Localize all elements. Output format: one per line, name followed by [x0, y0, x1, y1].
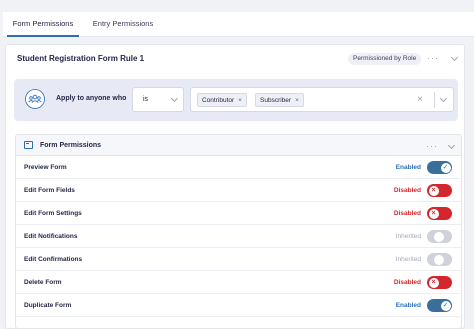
permission-status: Inherited [395, 233, 421, 240]
permission-row: Duplicate Form Enabled ✓ [16, 294, 461, 317]
permission-status: Disabled [393, 279, 421, 286]
permission-row: Preview Form Enabled ✓ [16, 156, 461, 179]
permission-label: Edit Form Settings [24, 210, 82, 217]
role-chip-contributor: Contributor × [197, 93, 247, 107]
toggle-knob [434, 231, 444, 242]
divider [434, 92, 435, 108]
permission-row: Delete Form Disabled × [16, 271, 461, 294]
form-permissions-card: Form Permissions ··· Preview Form Enabled… [15, 134, 462, 329]
permission-toggle[interactable]: × [427, 276, 452, 289]
permission-row: Edit Form Settings Disabled × [16, 202, 461, 225]
operator-value: is [143, 96, 149, 103]
chevron-down-icon [170, 94, 179, 103]
form-icon [24, 141, 33, 149]
permission-row: Edit Confirmations Inherited [16, 248, 461, 271]
permission-toggle[interactable] [427, 230, 452, 243]
tab-form-permissions[interactable]: Form Permissions [7, 12, 79, 37]
permission-label: Edit Notifications [24, 233, 78, 240]
form-permissions-title: Form Permissions [40, 142, 102, 149]
permission-row: Edit Notifications Inherited [16, 225, 461, 248]
close-icon: × [428, 185, 439, 196]
clear-all-icon[interactable]: × [417, 94, 423, 105]
permission-toggle[interactable]: ✓ [427, 161, 452, 174]
close-icon: × [428, 208, 439, 219]
permission-row: Edit Form Fields Disabled × [16, 179, 461, 202]
toggle-knob [434, 254, 444, 265]
check-icon: ✓ [440, 300, 451, 311]
role-chip-label: Subscriber [260, 97, 292, 104]
close-icon: × [428, 277, 439, 288]
permission-toggle[interactable] [427, 253, 452, 266]
users-group-icon [25, 89, 45, 109]
permission-status: Inherited [395, 256, 421, 263]
operator-select[interactable]: is [132, 87, 184, 112]
permission-label: Preview Form [24, 164, 67, 171]
permission-status: Enabled [395, 302, 421, 309]
tab-entry-permissions[interactable]: Entry Permissions [89, 12, 157, 37]
form-permissions-header: Form Permissions ··· [16, 135, 461, 156]
ellipsis-icon[interactable]: ··· [426, 141, 438, 151]
chevron-down-icon[interactable] [450, 53, 459, 62]
remove-role-icon[interactable]: × [295, 97, 299, 104]
rule-card: Student Registration Form Rule 1 Permiss… [5, 44, 465, 329]
permission-type-badge: Permissioned by Role [348, 53, 422, 65]
remove-role-icon[interactable]: × [238, 97, 242, 104]
rule-title: Student Registration Form Rule 1 [17, 54, 145, 63]
condition-box: Apply to anyone who is Contributor × Subs… [14, 79, 458, 121]
permission-label: Duplicate Form [24, 302, 72, 309]
role-chip-subscriber: Subscriber × [255, 93, 304, 107]
role-chip-label: Contributor [202, 97, 235, 104]
permission-status: Disabled [393, 210, 421, 217]
permission-toggle[interactable]: ✓ [427, 299, 452, 312]
permission-toggle[interactable]: × [427, 207, 452, 220]
check-icon: ✓ [440, 162, 451, 173]
permission-toggle[interactable]: × [427, 184, 452, 197]
permission-status: Disabled [393, 187, 421, 194]
roles-multiselect[interactable]: Contributor × Subscriber × × [190, 87, 454, 112]
permission-status: Enabled [395, 164, 421, 171]
chevron-down-icon[interactable] [447, 141, 456, 150]
chevron-down-icon[interactable] [439, 94, 448, 103]
condition-label: Apply to anyone who [56, 95, 127, 102]
ellipsis-icon[interactable]: ··· [427, 53, 439, 63]
tab-bar: Form Permissions Entry Permissions [3, 12, 474, 37]
permission-label: Edit Confirmations [24, 256, 83, 263]
permission-label: Delete Form [24, 279, 62, 286]
permission-label: Edit Form Fields [24, 187, 75, 194]
